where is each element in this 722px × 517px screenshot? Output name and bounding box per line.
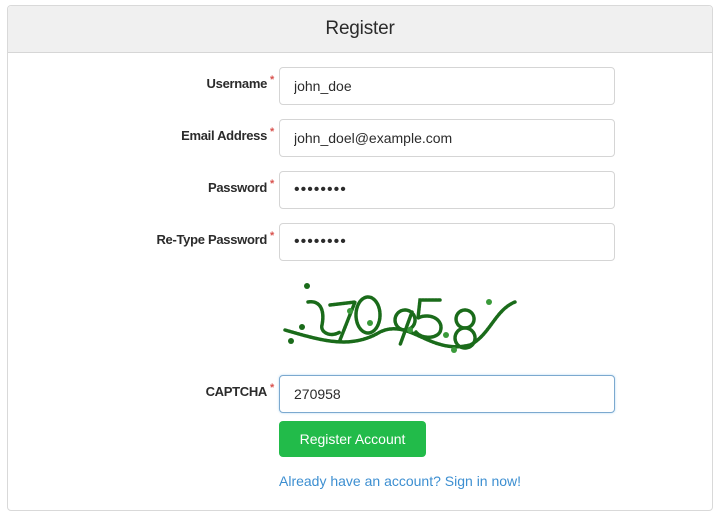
required-marker: * xyxy=(270,382,274,394)
sign-in-link[interactable]: Already have an account? Sign in now! xyxy=(279,473,521,489)
email-input[interactable] xyxy=(279,119,615,157)
required-marker: * xyxy=(270,74,274,86)
username-row: Username * xyxy=(0,67,722,105)
password-label: Password * xyxy=(208,178,274,195)
email-row: Email Address * xyxy=(0,119,722,157)
retype-password-input[interactable] xyxy=(279,223,615,261)
required-marker: * xyxy=(270,230,274,242)
register-account-button[interactable]: Register Account xyxy=(279,421,426,457)
password-input[interactable] xyxy=(279,171,615,209)
captcha-label: CAPTCHA * xyxy=(205,382,275,399)
captcha-image xyxy=(283,283,517,353)
required-marker: * xyxy=(270,178,274,190)
password-row: Password * xyxy=(0,171,722,209)
email-label: Email Address * xyxy=(181,126,274,143)
retype-password-label: Re-Type Password * xyxy=(156,230,274,247)
panel-header: Register xyxy=(8,6,712,53)
captcha-input[interactable] xyxy=(279,375,615,413)
username-input[interactable] xyxy=(279,67,615,105)
retype-password-row: Re-Type Password * xyxy=(0,223,722,261)
required-marker: * xyxy=(270,126,274,138)
captcha-row: CAPTCHA * xyxy=(0,375,722,413)
page-title: Register xyxy=(325,18,395,39)
username-label: Username * xyxy=(206,74,275,91)
